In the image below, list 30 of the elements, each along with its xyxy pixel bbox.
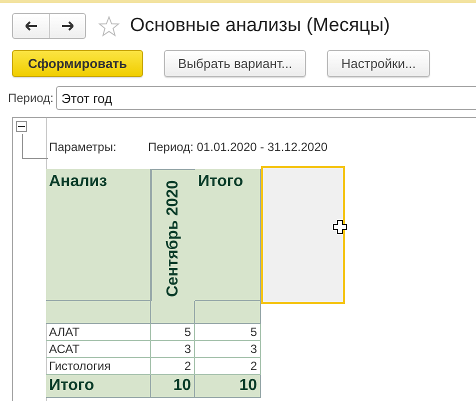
column-header: Итого <box>195 169 261 301</box>
parameters-label: Параметры: <box>49 140 118 154</box>
settings-button[interactable]: Настройки... <box>327 50 430 77</box>
star-icon[interactable] <box>98 16 120 36</box>
period-label: Период: <box>8 91 54 105</box>
choose-variant-button[interactable]: Выбрать вариант... <box>164 50 306 77</box>
header-cell <box>151 301 195 324</box>
generate-button[interactable]: Сформировать <box>12 50 144 77</box>
total-cell: 10 <box>195 375 261 398</box>
parameters-value: Период: 01.01.2020 - 31.12.2020 <box>148 140 328 154</box>
table-cell: 3 <box>195 341 261 358</box>
total-label: Итого <box>46 375 151 398</box>
table-cell: АСАТ <box>46 341 151 358</box>
total-cell: 10 <box>151 375 195 398</box>
column-header: Анализ <box>46 169 151 301</box>
empty-cell[interactable] <box>261 166 345 304</box>
cross-cursor-icon <box>333 220 347 234</box>
table-cell: 5 <box>151 324 195 341</box>
collapse-toggle[interactable] <box>16 121 27 132</box>
tree-line <box>22 134 48 159</box>
table-cell: 5 <box>195 324 261 341</box>
column-header: Сентябрь 2020 <box>151 169 195 301</box>
back-arrow-icon <box>24 20 38 32</box>
period-field[interactable]: Этот год <box>56 86 476 110</box>
minus-icon <box>18 123 25 130</box>
table-cell: АЛАТ <box>46 324 151 341</box>
window-title: Основные анализы (Месяцы) <box>130 15 390 37</box>
table-cell: 3 <box>151 341 195 358</box>
header-cell <box>195 301 261 324</box>
forward-arrow-icon <box>60 20 74 32</box>
